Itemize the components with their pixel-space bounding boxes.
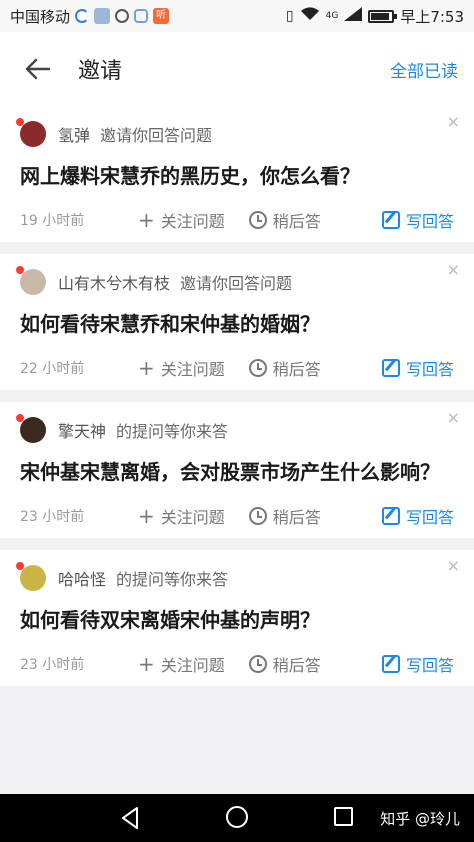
follow-label: 关注问题 [160, 508, 225, 527]
mark-all-read-button[interactable]: 全部已读 [390, 57, 458, 82]
answer-later-button[interactable]: 稍后答 [248, 356, 321, 380]
invite-action-text: 邀请你回答问题 [100, 126, 213, 145]
page-title: 邀请 [78, 59, 123, 84]
app-header: 邀请 全部已读 [0, 32, 474, 106]
inviter-name[interactable]: 哈哈怪 [58, 566, 106, 590]
write-answer-button[interactable]: 写回答 [381, 504, 454, 528]
inviter-name[interactable]: 氢弹 [58, 122, 90, 146]
plus-icon: + [138, 356, 155, 380]
listen-app-icon: 听 [153, 8, 170, 24]
inviter-name[interactable]: 山有木兮木有枝 [58, 270, 170, 294]
plus-icon: + [138, 652, 155, 676]
invite-action-text: 的提问等你来答 [116, 422, 229, 441]
answer-label: 写回答 [405, 508, 454, 527]
unread-dot [16, 118, 24, 126]
invitation-card: × 哈哈怪 的提问等你来答 如何看待双宋离婚宋仲基的声明？ 23 小时前 + 关注… [0, 550, 474, 686]
question-title[interactable]: 如何看待宋慧乔和宋仲基的婚姻？ [20, 298, 454, 346]
invitation-card: × 山有木兮木有枝 邀请你回答问题 如何看待宋慧乔和宋仲基的婚姻？ 22 小时前… [0, 254, 474, 390]
invitation-list: × 氢弹 邀请你回答问题 网上爆料宋慧乔的黑历史，你怎么看？ 19 小时前 + 关… [0, 106, 474, 698]
unread-dot [16, 562, 24, 570]
avatar[interactable] [16, 414, 46, 443]
follow-question-button[interactable]: + 关注问题 [138, 652, 225, 676]
dismiss-button[interactable]: × [447, 260, 460, 279]
later-label: 稍后答 [272, 360, 321, 379]
inviter-name[interactable]: 擎天神 [58, 418, 106, 442]
app-notification-icon [134, 9, 149, 23]
timestamp: 22 小时前 [20, 361, 85, 377]
dismiss-button[interactable]: × [447, 408, 460, 427]
avatar[interactable] [16, 562, 46, 591]
status-bar: 中国移动 听 ▯ 4G 早上7:53 [0, 0, 474, 32]
later-label: 稍后答 [272, 508, 321, 527]
nav-home-button[interactable] [226, 806, 248, 828]
answer-later-button[interactable]: 稍后答 [248, 504, 321, 528]
timestamp: 23 小时前 [20, 657, 85, 673]
triangle-back-icon [122, 807, 138, 829]
follow-label: 关注问题 [160, 360, 225, 379]
later-label: 稍后答 [272, 212, 321, 231]
edit-icon [381, 507, 400, 525]
follow-label: 关注问题 [160, 212, 225, 231]
app-notification-icon [115, 9, 130, 23]
invite-action-text: 的提问等你来答 [116, 570, 229, 589]
edit-icon [381, 359, 400, 377]
watermark: 知乎 @玲儿 [380, 810, 460, 828]
sync-icon [75, 9, 90, 23]
dismiss-button[interactable]: × [447, 556, 460, 575]
timestamp: 23 小时前 [20, 509, 85, 525]
write-answer-button[interactable]: 写回答 [381, 208, 454, 232]
nav-recents-button[interactable] [334, 807, 353, 826]
answer-later-button[interactable]: 稍后答 [248, 652, 321, 676]
question-title[interactable]: 如何看待双宋离婚宋仲基的声明？ [20, 594, 454, 642]
edit-icon [381, 211, 400, 229]
follow-label: 关注问题 [160, 656, 225, 675]
vibrate-icon: ▯ [285, 8, 294, 24]
answer-label: 写回答 [405, 212, 454, 231]
arrow-left-icon [25, 58, 51, 80]
battery-icon [368, 9, 398, 23]
timestamp: 19 小时前 [20, 213, 85, 229]
signal-icon [344, 7, 363, 25]
write-answer-button[interactable]: 写回答 [381, 356, 454, 380]
follow-question-button[interactable]: + 关注问题 [138, 356, 225, 380]
invitation-card: × 氢弹 邀请你回答问题 网上爆料宋慧乔的黑历史，你怎么看？ 19 小时前 + 关… [0, 106, 474, 242]
edit-icon [381, 655, 400, 673]
write-answer-button[interactable]: 写回答 [381, 652, 454, 676]
avatar[interactable] [16, 266, 46, 295]
plus-icon: + [138, 208, 155, 232]
dismiss-button[interactable]: × [447, 112, 460, 131]
clock-icon [248, 507, 267, 525]
later-label: 稍后答 [272, 656, 321, 675]
carrier-label: 中国移动 [10, 7, 71, 26]
app-notification-icon [94, 8, 111, 24]
invitation-card: × 擎天神 的提问等你来答 宋仲基宋慧离婚，会对股票市场产生什么影响？ 23 小… [0, 402, 474, 538]
follow-question-button[interactable]: + 关注问题 [138, 208, 225, 232]
avatar[interactable] [16, 118, 46, 147]
question-title[interactable]: 网上爆料宋慧乔的黑历史，你怎么看？ [20, 150, 454, 198]
follow-question-button[interactable]: + 关注问题 [138, 504, 225, 528]
system-nav-bar: 知乎 @玲儿 [0, 794, 474, 842]
clock-icon [248, 211, 267, 229]
clock-icon [248, 359, 267, 377]
clock-time: 早上7:53 [400, 7, 464, 26]
question-title[interactable]: 宋仲基宋慧离婚，会对股票市场产生什么影响？ [20, 446, 454, 494]
unread-dot [16, 414, 24, 422]
plus-icon: + [138, 504, 155, 528]
wifi-icon [300, 6, 320, 26]
clock-icon [248, 655, 267, 673]
nav-back-button[interactable] [120, 806, 140, 834]
answer-label: 写回答 [405, 360, 454, 379]
answer-later-button[interactable]: 稍后答 [248, 208, 321, 232]
answer-label: 写回答 [405, 656, 454, 675]
invite-action-text: 邀请你回答问题 [180, 274, 293, 293]
unread-dot [16, 266, 24, 274]
back-button[interactable] [20, 51, 56, 87]
network-type-label: 4G [325, 11, 339, 21]
